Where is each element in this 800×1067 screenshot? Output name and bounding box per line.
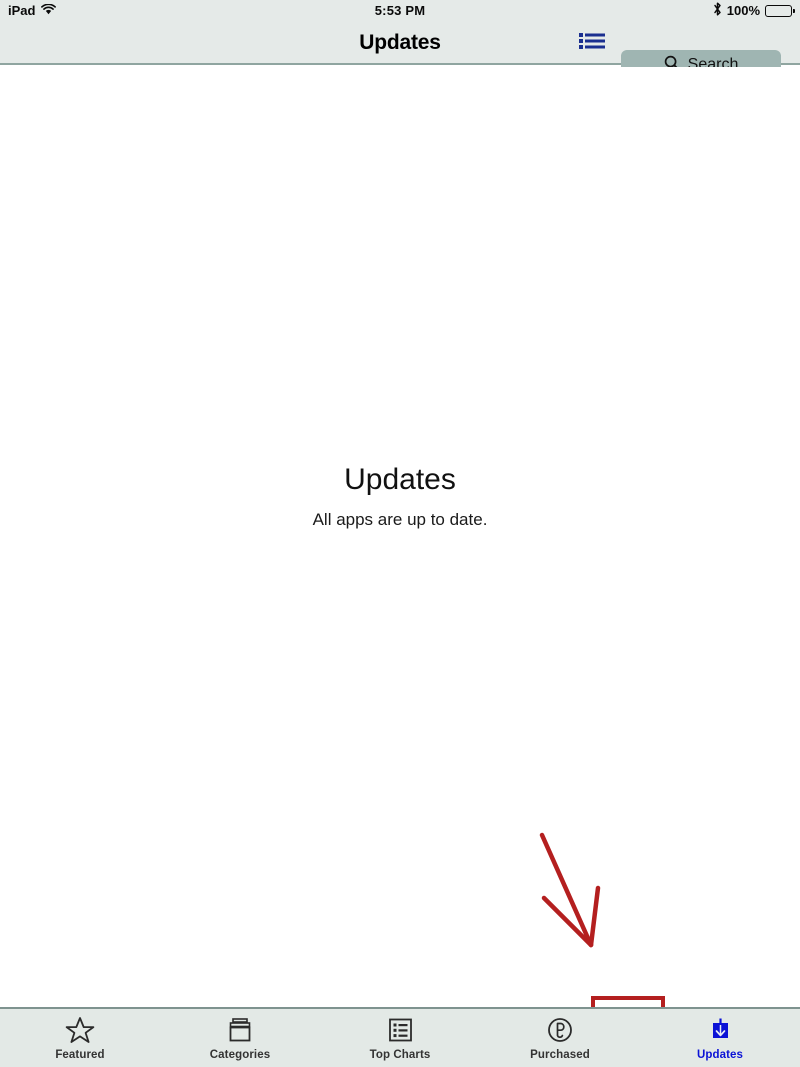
empty-state: Updates All apps are up to date. [0, 462, 800, 530]
tab-purchased[interactable]: Purchased [480, 1009, 640, 1067]
empty-state-title: Updates [344, 463, 456, 496]
content-area: Updates All apps are up to date. [0, 67, 800, 1007]
star-icon [65, 1016, 95, 1046]
status-bar: iPad 5:53 PM 100% [0, 0, 800, 21]
tab-bar: Featured Categories Top Charts Purchased… [0, 1007, 800, 1067]
empty-state-subtitle: All apps are up to date. [312, 510, 488, 529]
tab-updates-label: Updates [696, 1048, 744, 1061]
ipad-app-store-updates-screen: iPad 5:53 PM 100% Updates Search Updates… [0, 0, 800, 1067]
purchased-circle-icon [545, 1016, 575, 1046]
battery-full-icon [765, 4, 795, 17]
chart-list-icon [385, 1016, 415, 1046]
navigation-bar: Updates Search [0, 21, 800, 80]
tab-featured-label: Featured [55, 1048, 105, 1061]
bluetooth-icon [713, 2, 722, 19]
download-arrow-icon [705, 1016, 735, 1046]
status-bar-time: 5:53 PM [374, 3, 426, 18]
tab-featured[interactable]: Featured [0, 1009, 160, 1067]
status-bar-right: 100% [713, 2, 795, 19]
tab-top-charts-label: Top Charts [369, 1048, 431, 1061]
wish-list-button[interactable] [578, 32, 606, 55]
tab-updates[interactable]: Updates [640, 1009, 800, 1067]
list-icon [579, 32, 605, 55]
tab-categories[interactable]: Categories [160, 1009, 320, 1067]
battery-percent-label: 100% [726, 3, 760, 18]
tab-purchased-label: Purchased [530, 1048, 590, 1061]
tab-categories-label: Categories [209, 1048, 271, 1061]
folders-icon [225, 1016, 255, 1046]
tab-top-charts[interactable]: Top Charts [320, 1009, 480, 1067]
